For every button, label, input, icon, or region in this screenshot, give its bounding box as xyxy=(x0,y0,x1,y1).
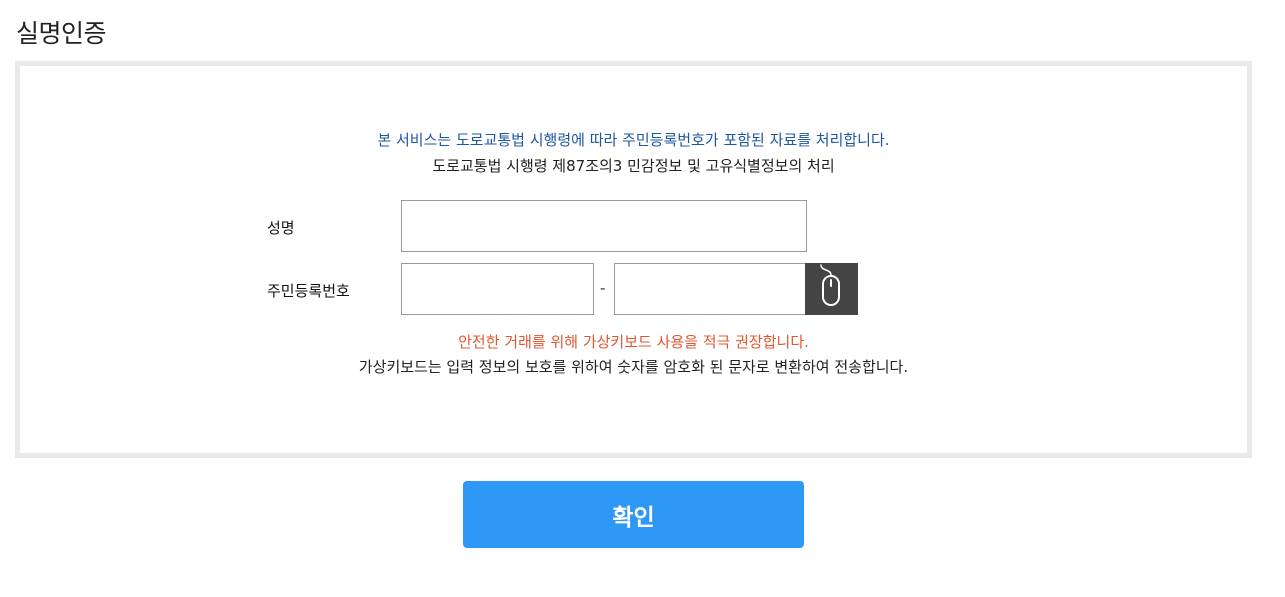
verification-panel: 본 서비스는 도로교통법 시행령에 따라 주민등록번호가 포함된 자료를 처리합… xyxy=(15,61,1252,458)
rrn-label: 주민등록번호 xyxy=(267,282,350,300)
virtual-keyboard-info: 가상키보드는 입력 정보의 보호를 위하여 숫자를 암호화 된 문자로 변환하여… xyxy=(358,358,909,376)
virtual-keyboard-button[interactable] xyxy=(805,263,858,315)
name-input[interactable] xyxy=(401,200,807,252)
virtual-keyboard-recommendation: 안전한 거래를 위해 가상키보드 사용을 적극 권장합니다. xyxy=(458,333,809,351)
rrn-separator: - xyxy=(600,279,606,297)
rrn-front-input[interactable] xyxy=(401,263,594,315)
confirm-button[interactable]: 확인 xyxy=(463,481,804,548)
page-title: 실명인증 xyxy=(16,19,107,48)
law-notice: 도로교통법 시행령 제87조의3 민감정보 및 고유식별정보의 처리 xyxy=(432,157,835,175)
mouse-icon xyxy=(820,264,840,306)
service-notice: 본 서비스는 도로교통법 시행령에 따라 주민등록번호가 포함된 자료를 처리합… xyxy=(377,131,890,149)
name-label: 성명 xyxy=(267,219,295,237)
rrn-back-input[interactable] xyxy=(614,263,806,315)
